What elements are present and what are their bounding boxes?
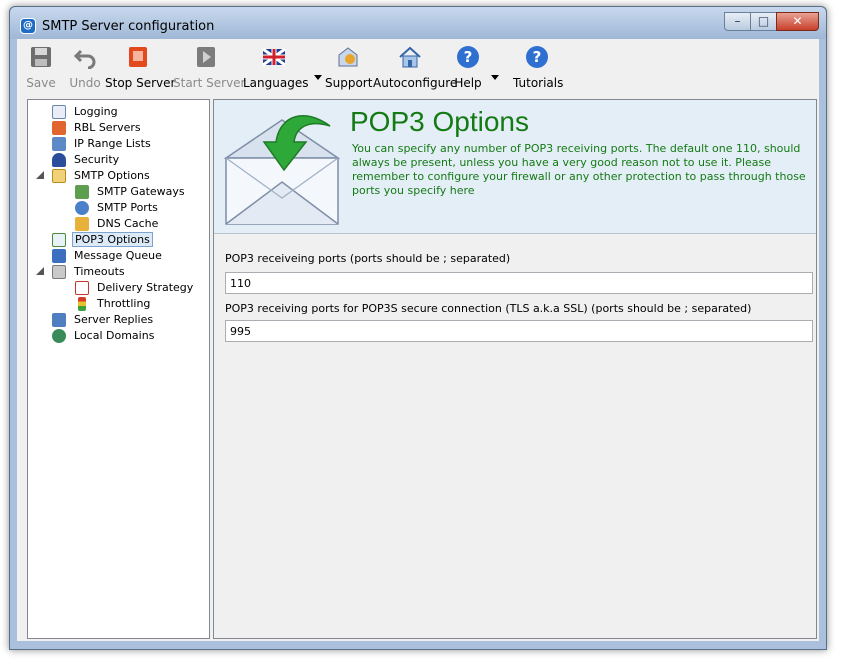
queue-icon [52,249,66,263]
globe-icon [52,329,66,343]
stop-server-button[interactable]: Stop Server [105,41,176,93]
pop3-ports-input[interactable] [225,272,813,294]
tree-item-label: Timeouts [74,265,125,278]
tree-item-label: SMTP Ports [97,201,158,214]
autoconfigure-label: Autoconfigure [373,76,458,90]
ip-icon [52,137,66,151]
traffic-light-icon [78,297,86,311]
start-server-icon [197,47,215,67]
cache-icon [75,217,89,231]
uk-flag-icon [262,47,286,67]
timeouts-expander[interactable] [36,267,44,275]
support-label: Support [325,76,373,90]
settings-tree[interactable]: Logging RBL Servers IP Range Lists Secur… [27,99,210,639]
title-bar[interactable]: @ SMTP Server configuration – □ ✕ [10,7,826,39]
svg-text:?: ? [533,48,542,66]
options-panel: POP3 Options You can specify any number … [213,99,817,639]
svg-text:?: ? [464,48,473,66]
tree-item-label: SMTP Gateways [97,185,185,198]
toolbar: Save Undo Stop Server Start Server Langu… [17,39,819,95]
tree-item-label: Throttling [97,297,151,310]
tree-item-label: Server Replies [74,313,154,326]
tree-item-label: Local Domains [74,329,155,342]
autoconfigure-button[interactable]: Autoconfigure [373,41,458,93]
pop3s-ports-label: POP3 receiving ports for POP3S secure co… [225,302,752,315]
tree-item-label: DNS Cache [97,217,159,230]
tree-item-label: Security [74,153,120,166]
gateway-icon [75,185,89,199]
log-icon [52,105,66,119]
timeouts-icon [52,265,66,279]
support-button[interactable]: Support [325,41,373,93]
window-title: SMTP Server configuration [42,19,215,34]
tree-item-label: SMTP Options [74,169,150,182]
ports-icon [75,201,89,215]
tree-item-label: IP Range Lists [74,137,151,150]
envelope-download-icon [223,115,341,225]
undo-label: Undo [69,76,101,90]
undo-icon [73,49,96,69]
help-button[interactable]: ? Help [453,41,483,93]
save-label: Save [26,76,56,90]
languages-label: Languages [243,76,309,90]
start-server-label: Start Server [173,76,246,90]
page-title: POP3 Options [350,106,529,137]
app-icon[interactable]: @ [20,18,36,34]
user-icon [52,153,66,167]
options-header: POP3 Options You can specify any number … [214,100,816,234]
client-area: Save Undo Stop Server Start Server Langu… [17,39,819,641]
undo-button[interactable]: Undo [65,41,105,93]
floppy-disk-icon [31,47,51,67]
maximize-button[interactable]: □ [750,12,777,31]
house-icon [399,46,421,68]
smtp-options-expander[interactable] [36,171,44,179]
stop-server-icon [129,47,147,67]
pop3-icon [52,233,66,247]
pop3-ports-label: POP3 receiveing ports (ports should be ;… [225,252,511,265]
tree-item-label: POP3 Options [72,232,153,247]
stop-server-label: Stop Server [105,76,176,90]
help-label: Help [454,76,482,90]
tree-item-label: RBL Servers [74,121,141,134]
help-icon: ? [457,46,479,68]
rbl-icon [52,121,66,135]
tree-item-label: Message Queue [74,249,162,262]
app-window: @ SMTP Server configuration – □ ✕ Save U… [9,6,827,650]
replies-icon [52,313,66,327]
tree-item-label: Delivery Strategy [97,281,194,294]
help-dropdown-arrow[interactable] [491,75,499,80]
languages-button[interactable]: Languages [243,41,309,93]
page-description: You can specify any number of POP3 recei… [352,142,806,197]
tutorials-button[interactable]: ? Tutorials [513,41,564,93]
tutorials-label: Tutorials [513,76,564,90]
tutorials-icon: ? [526,46,548,68]
minimize-button[interactable]: – [724,12,751,31]
close-button[interactable]: ✕ [776,12,819,31]
tree-item-label: Logging [74,105,118,118]
mail-lock-icon [52,169,66,183]
languages-dropdown-arrow[interactable] [314,75,322,80]
support-icon [338,47,358,67]
start-server-button[interactable]: Start Server [173,41,246,93]
pop3s-ports-input[interactable] [225,320,813,342]
save-button[interactable]: Save [21,41,61,93]
calendar-icon [75,281,89,295]
